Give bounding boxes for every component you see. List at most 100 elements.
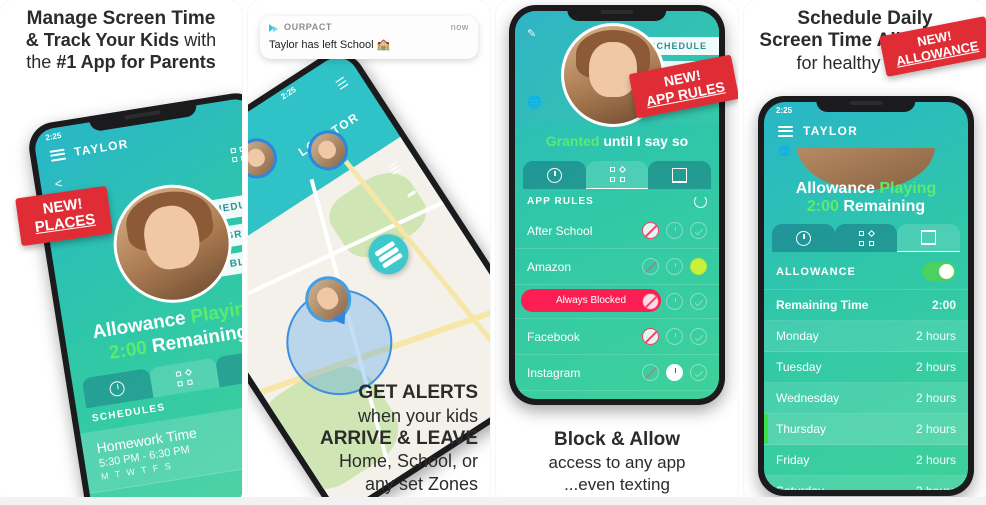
row-label: Monday xyxy=(776,329,819,343)
tab-schedules[interactable] xyxy=(523,161,586,189)
globe-icon[interactable]: 🌐 xyxy=(778,146,790,157)
table-row[interactable]: Monday 2 hours xyxy=(764,321,968,352)
allowance-status-4: Allowance Playing 2:00 Remaining xyxy=(764,180,968,216)
app-rules-label: APP RULES xyxy=(527,196,594,207)
phone-screen-1: 2:25 TAYLOR < SCHEDULE GRANT BLOCK Allow… xyxy=(32,96,242,505)
row-value: 2 hours xyxy=(915,453,956,467)
app-rules-header: APP RULES xyxy=(527,195,707,208)
globe-icon[interactable]: 🌐 xyxy=(527,95,542,109)
table-row[interactable]: After School xyxy=(515,213,719,249)
app-store-screenshot-gallery: Manage Screen Time & Track Your Kids wit… xyxy=(0,0,986,505)
table-row[interactable]: Friday 2 hours xyxy=(764,445,968,476)
row-label: Saturday xyxy=(776,484,916,490)
child-name-label: TAYLOR xyxy=(803,124,859,138)
tab-schedules[interactable] xyxy=(772,224,835,252)
tab-allowance[interactable] xyxy=(215,346,242,388)
footer-line-3: ARRIVE & LEAVE xyxy=(319,427,478,449)
row-value: 2 hours xyxy=(915,422,956,436)
table-row[interactable]: Wednesday 2 hours xyxy=(764,383,968,414)
row-value: 2 hours xyxy=(915,391,956,405)
tab-app-rules[interactable] xyxy=(585,161,649,189)
allowance-toggle[interactable] xyxy=(922,262,956,281)
block-icon[interactable] xyxy=(642,328,659,345)
clock-icon[interactable] xyxy=(666,258,683,275)
block-icon[interactable] xyxy=(642,293,659,310)
family-member-pin[interactable] xyxy=(248,130,285,187)
row-value: 2 hours xyxy=(915,329,956,343)
grid-icon xyxy=(858,229,875,246)
footer-line-1: GET ALERTS xyxy=(358,381,478,403)
table-row[interactable]: Tuesday 2 hours xyxy=(764,352,968,383)
phone-notch xyxy=(816,96,916,112)
tab-schedules[interactable] xyxy=(81,368,154,409)
grid-icon xyxy=(175,368,193,387)
granted-status: Granted until I say so xyxy=(515,133,719,149)
edit-icon[interactable]: ✎ xyxy=(527,27,536,40)
ourpact-logo-icon xyxy=(269,23,279,32)
app-rule-name: Facebook xyxy=(527,329,580,344)
status-playing-word: Playing xyxy=(879,180,937,197)
table-row[interactable]: Amazon xyxy=(515,249,719,285)
phone-notch xyxy=(567,5,667,21)
tab-allowance[interactable] xyxy=(897,224,961,252)
footer-line-2: access to any app xyxy=(548,453,686,473)
tab-app-rules[interactable] xyxy=(834,224,898,252)
panel-block-and-allow: ✎ 🌐 SCHEDULE GRANT Granted until I say s… xyxy=(496,0,738,505)
table-row[interactable]: Thursday 2 hours xyxy=(764,414,968,445)
tab-app-rules[interactable] xyxy=(148,357,220,398)
panel-3-footer: Block & Allow access to any app ...even … xyxy=(496,428,738,495)
allow-icon[interactable] xyxy=(690,258,707,275)
block-icon[interactable] xyxy=(642,222,659,239)
row-value: 2 hours xyxy=(915,360,956,374)
row-label: Friday xyxy=(776,453,810,467)
back-chevron-icon[interactable]: < xyxy=(54,175,64,191)
child-name-label: TAYLOR xyxy=(72,136,130,160)
phone-screen-4: 2:25 TAYLOR 🌐 Allowance Playing 2:00 Rem… xyxy=(764,102,968,490)
row-label: Wednesday xyxy=(776,391,840,405)
bottom-strip xyxy=(0,497,986,505)
allow-icon[interactable] xyxy=(690,364,707,381)
hamburger-menu-icon[interactable] xyxy=(778,125,793,137)
row-label: Tuesday xyxy=(776,360,822,374)
notification-app-name: OURPACT xyxy=(284,22,333,32)
app-header-1: TAYLOR xyxy=(49,136,130,163)
block-icon[interactable] xyxy=(642,258,659,275)
table-row[interactable]: Saturday 3 hours xyxy=(764,476,968,490)
headline-line-2-bold: & Track Your Kids xyxy=(25,30,180,51)
hamburger-menu-icon[interactable] xyxy=(49,148,67,162)
block-icon[interactable] xyxy=(642,364,659,381)
clock-icon[interactable] xyxy=(666,222,683,239)
clock-icon xyxy=(795,230,811,246)
allow-icon[interactable] xyxy=(690,222,707,239)
headline-line-2-normal: with xyxy=(184,30,217,51)
refresh-icon[interactable] xyxy=(694,195,707,208)
allow-icon[interactable] xyxy=(690,293,707,310)
row-value: 3 hours xyxy=(916,484,956,490)
panel-schedule-allowance: Schedule Daily Screen Time Allowance for… xyxy=(744,0,986,505)
headline-line-1: Manage Screen Time xyxy=(26,8,216,29)
qr-scan-icon[interactable] xyxy=(230,146,242,163)
allow-icon[interactable] xyxy=(690,328,707,345)
clock-icon[interactable] xyxy=(666,364,683,381)
notification-header: OURPACT now xyxy=(269,22,469,32)
clock-icon[interactable] xyxy=(666,293,683,310)
tab-allowance[interactable] xyxy=(648,161,712,189)
phone-mockup-1: 2:25 TAYLOR < SCHEDULE GRANT BLOCK Allow… xyxy=(25,89,242,505)
footer-line-5: any set Zones xyxy=(364,473,478,494)
app-rule-name: After School xyxy=(527,223,593,238)
table-row[interactable]: Instagram xyxy=(515,355,719,391)
hourglass-icon xyxy=(921,230,937,245)
status-bar-time: 2:25 xyxy=(776,106,793,115)
footer-line-1: Block & Allow xyxy=(554,429,680,451)
headline-line-3: the #1 App for Parents xyxy=(6,52,236,73)
table-row[interactable]: Facebook xyxy=(515,319,719,355)
app-header-4: TAYLOR xyxy=(778,124,858,138)
child-avatar[interactable] xyxy=(105,176,241,312)
always-blocked-pill[interactable]: Always Blocked xyxy=(521,289,661,312)
push-notification[interactable]: OURPACT now Taylor has left School 🏫 xyxy=(260,16,478,59)
status-allowance-word: Allowance xyxy=(795,180,875,197)
table-row[interactable]: Always Blocked xyxy=(515,285,719,319)
clock-icon[interactable] xyxy=(666,328,683,345)
row-label: Remaining Time xyxy=(776,298,869,312)
panel-manage-screen-time: Manage Screen Time & Track Your Kids wit… xyxy=(0,0,242,505)
